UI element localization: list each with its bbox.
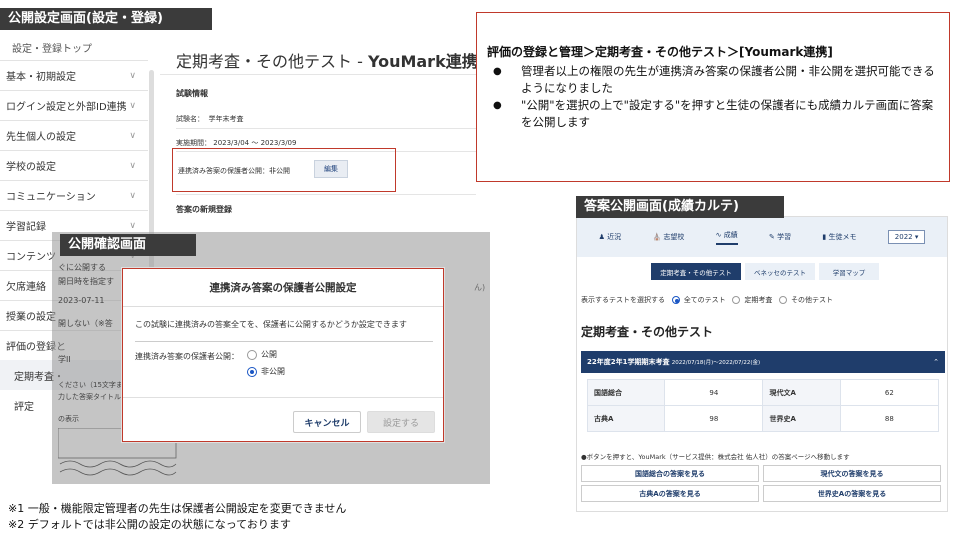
radio-icon[interactable]: [732, 296, 741, 304]
dialog-title: 連携済み答案の保護者公開設定: [123, 269, 443, 307]
sidebar-item-label: 基本・初期設定: [6, 72, 76, 83]
sidebar-item[interactable]: ログイン設定と外部ID連携 ∨: [0, 90, 148, 120]
nav-recent[interactable]: ♟ 近況: [599, 232, 622, 242]
bg-text: ください（15文字ま: [58, 381, 123, 389]
chevron-down-icon: ∨: [129, 160, 136, 171]
nav-school[interactable]: ⛪ 志望校: [652, 232, 684, 242]
score-table: 国語総合 94 現代文A 62 古典A 98 世界史A 88: [586, 379, 940, 432]
divider: [160, 74, 476, 75]
submit-button[interactable]: 設定する: [367, 411, 435, 433]
table-row: 古典A 98 世界史A 88: [586, 405, 940, 432]
cancel-button[interactable]: キャンセル: [293, 411, 361, 433]
chevron-down-icon: ∨: [129, 220, 136, 231]
radio-public[interactable]: 公開: [247, 349, 277, 360]
sidebar-item[interactable]: コミュニケーション ∨: [0, 180, 148, 210]
subject-cell: 世界史A: [762, 405, 841, 432]
exam-period: 実施期間： 2023/3/04 〜 2023/3/09: [176, 139, 297, 147]
bg-text: 力した答案タイトル: [58, 393, 121, 401]
tab-benesse[interactable]: ベネッセのテスト: [745, 263, 815, 280]
answer-button[interactable]: 古典Aの答案を見る: [581, 485, 759, 502]
divider: [123, 397, 443, 398]
dialog-description: この試験に連携済みの答案全てを、保護者に公開するかどうか設定できます: [135, 320, 407, 329]
section-title: 定期考査・その他テスト: [581, 325, 714, 339]
bg-text: ぐに公開する: [58, 263, 106, 272]
score-cell: 62: [839, 379, 940, 406]
callout-bullet: "公開"を選択の上で"設定する"を押すと生徒の保護者にも成績カルテ画面に答案を公…: [487, 97, 941, 131]
radio-selected-icon[interactable]: [671, 296, 680, 304]
footnote: ※2 デフォルトでは非公開の設定の状態になっております: [8, 518, 291, 531]
section-heading-new-registration: 答案の新規登録: [176, 205, 232, 214]
sidebar-item[interactable]: 先生個人の設定 ∨: [0, 120, 148, 150]
section-heading-exam-info: 試験情報: [176, 89, 208, 98]
chevron-down-icon: ∨: [129, 100, 136, 111]
sidebar-item[interactable]: 基本・初期設定 ∨: [0, 60, 148, 90]
nav-memo[interactable]: ▮ 生徒メモ: [822, 232, 856, 242]
sidebar-top-link[interactable]: 設定・登録トップ: [0, 32, 148, 60]
callout-title: 評価の登録と管理＞定期考査・その他テスト＞[Youmark連携]: [487, 45, 833, 59]
highlight-box: [172, 148, 396, 192]
sidebar-item-label: 欠席連絡: [6, 282, 46, 293]
radio-icon: [247, 349, 257, 360]
sidebar-item-label: ログイン設定と外部ID連携: [6, 102, 127, 113]
sidebar-item-label: 学校の設定: [6, 162, 56, 173]
page-title: 定期考査・その他テスト - YouMark連携: [176, 52, 478, 71]
bg-text: 開しない（※答: [58, 319, 113, 328]
radio-selected-icon: [247, 366, 257, 377]
subject-cell: 古典A: [586, 405, 666, 432]
answer-button[interactable]: 世界史Aの答案を見る: [763, 485, 941, 502]
confirm-screen-label: 公開確認画面: [60, 234, 196, 256]
footnote: ※1 一般・機能限定管理者の先生は保護者公開設定を変更できません: [8, 502, 347, 515]
tab-exams[interactable]: 定期考査・その他テスト: [651, 263, 741, 280]
radio-private[interactable]: 非公開: [247, 366, 285, 377]
youmark-note: ●ボタンを押すと、YouMark（サービス提供：株式会社 佑人社）の答案ページへ…: [581, 453, 850, 461]
filter-row: 表示するテストを選択する 全てのテスト 定期考査 その他テスト: [581, 296, 834, 304]
score-cell: 88: [839, 405, 940, 432]
bg-text: 2023-07-11: [58, 296, 105, 305]
page-section-label: 公開設定画面(設定・登録): [0, 8, 212, 30]
chevron-down-icon: ∨: [129, 130, 136, 141]
callout-bullet: 管理者以上の権限の先生が連携済み答案の保護者公開・非公開を選択可能できるようにな…: [487, 63, 941, 97]
divider: [176, 128, 476, 129]
bg-text: 開日時を指定す: [58, 277, 114, 286]
score-cell: 98: [664, 405, 764, 432]
sidebar-item-label: 授業の設定: [6, 312, 56, 323]
nav-study[interactable]: ✎ 学習: [769, 232, 791, 242]
bg-text: の表示: [58, 415, 79, 423]
score-cell: 94: [664, 379, 764, 406]
dialog-field-label: 連携済み答案の保護者公開：: [135, 352, 239, 361]
sidebar-item-label: コミュニケーション: [6, 192, 96, 203]
callout-box: 評価の登録と管理＞定期考査・その他テスト＞[Youmark連携] 管理者以上の権…: [476, 12, 950, 182]
publish-settings-dialog: 連携済み答案の保護者公開設定 この試験に連携済みの答案全てを、保護者に公開するか…: [121, 267, 445, 443]
sidebar-item-label: 先生個人の設定: [6, 132, 76, 143]
nav-grades[interactable]: ∿ 成績: [715, 230, 738, 245]
answer-button[interactable]: 現代文の答案を見る: [763, 465, 941, 482]
subject-cell: 現代文A: [762, 379, 841, 406]
table-row: 国語総合 94 現代文A 62: [586, 379, 940, 406]
divider: [135, 341, 433, 342]
exam-name: 試験名： 学年末考査: [176, 115, 244, 123]
subject-cell: 国語総合: [586, 379, 666, 406]
bg-text: 学II: [58, 355, 71, 364]
collapse-icon[interactable]: ⌃: [933, 358, 939, 366]
sidebar-item[interactable]: 学校の設定 ∨: [0, 150, 148, 180]
karte-screen-label: 答案公開画面(成績カルテ): [576, 196, 784, 218]
radio-icon[interactable]: [779, 296, 788, 304]
karte-nav: ♟ 近況 ⛪ 志望校 ∿ 成績 ✎ 学習 ▮ 生徒メモ 2022 ▾: [577, 217, 947, 257]
year-select[interactable]: 2022 ▾: [887, 230, 926, 244]
chevron-down-icon: ∨: [129, 190, 136, 201]
divider: [176, 194, 476, 195]
chevron-down-icon: ∨: [129, 70, 136, 81]
tab-map[interactable]: 学習マップ: [819, 263, 879, 280]
grade-karte-panel: ♟ 近況 ⛪ 志望校 ∿ 成績 ✎ 学習 ▮ 生徒メモ 2022 ▾ 定期考査・…: [576, 216, 948, 512]
exam-header[interactable]: 22年度2年1学期期末考査 2022/07/18(月)〜2022/07/22(金…: [581, 351, 945, 373]
sidebar-item-label: コンテンツ: [6, 252, 56, 263]
sidebar-item-label: 学習記録: [6, 222, 46, 233]
answer-button[interactable]: 国語総合の答案を見る: [581, 465, 759, 482]
